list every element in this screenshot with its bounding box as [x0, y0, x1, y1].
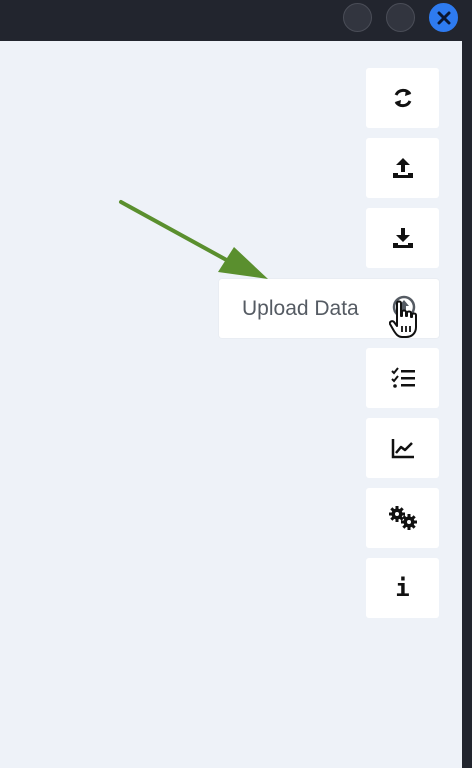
hand-cursor-icon [389, 300, 417, 338]
settings-button[interactable] [366, 488, 439, 548]
download-button[interactable] [366, 208, 439, 268]
title-bar [0, 0, 472, 41]
window-edge [462, 41, 472, 768]
refresh-button[interactable] [366, 68, 439, 128]
minimize-button[interactable] [343, 3, 372, 32]
info-icon: i [395, 574, 410, 602]
close-button[interactable] [429, 3, 458, 32]
line-chart-icon [391, 439, 414, 459]
tooltip-label: Upload Data [242, 297, 359, 320]
gears-icon [388, 506, 417, 530]
info-button[interactable]: i [366, 558, 439, 618]
chart-button[interactable] [366, 418, 439, 478]
checklist-button[interactable] [366, 348, 439, 408]
upload-icon [392, 158, 413, 178]
close-icon [437, 11, 450, 24]
upload-button[interactable] [366, 138, 439, 198]
refresh-icon [394, 88, 411, 108]
checklist-icon [390, 367, 415, 388]
download-icon [392, 228, 413, 248]
maximize-button[interactable] [386, 3, 415, 32]
